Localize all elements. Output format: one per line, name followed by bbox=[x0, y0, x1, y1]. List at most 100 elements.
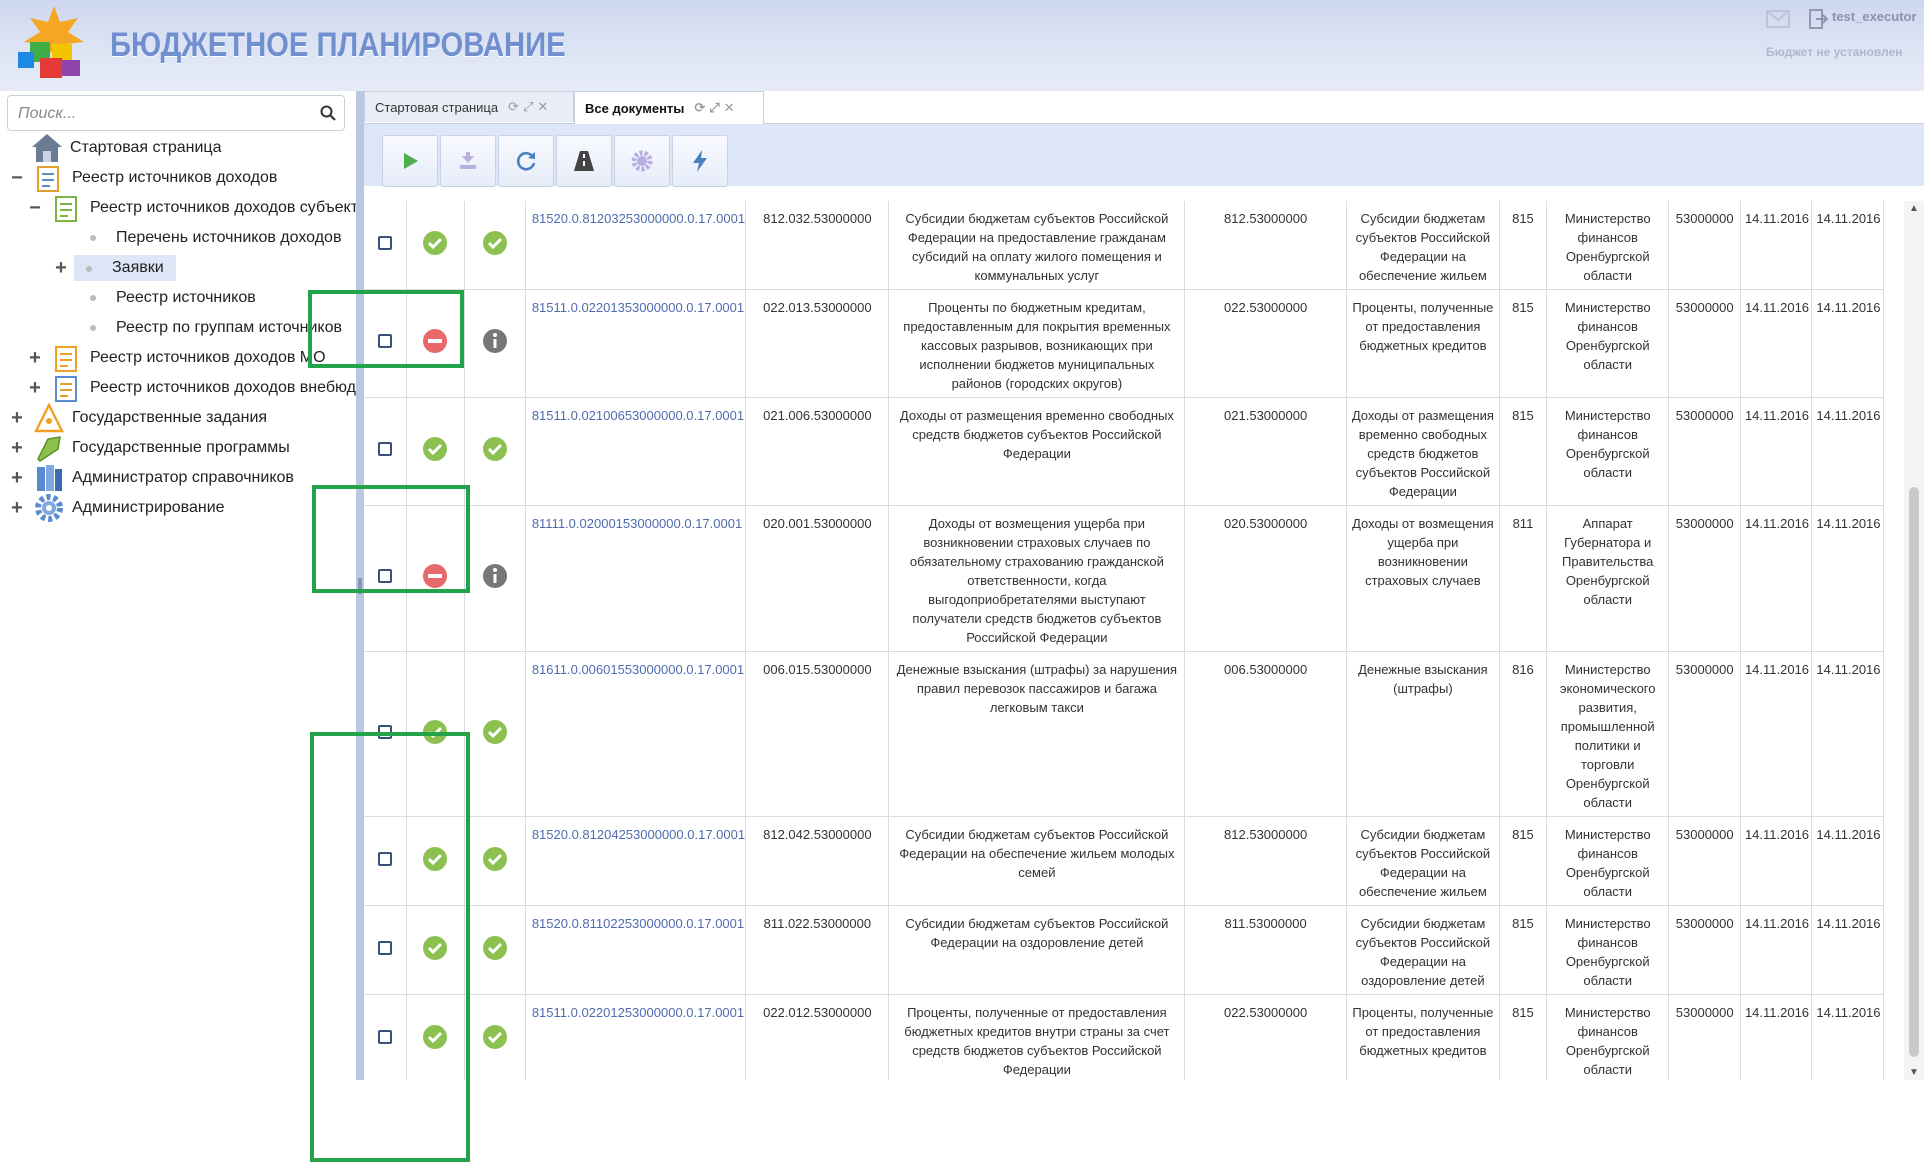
row-checkbox[interactable] bbox=[378, 442, 393, 456]
search-input[interactable] bbox=[16, 103, 310, 125]
mail-icon[interactable] bbox=[1766, 10, 1790, 28]
expand-icon[interactable]: + bbox=[10, 438, 24, 458]
tab-start-page[interactable]: Стартовая страница ⟳⤢✕ bbox=[364, 91, 574, 122]
scroll-up-icon[interactable]: ▲ bbox=[1909, 203, 1919, 214]
tree-item-state-tasks[interactable]: + Государственные задания bbox=[10, 402, 267, 433]
date-start-cell: 14.11.2016 bbox=[1740, 397, 1813, 506]
collapse-arrow-icon[interactable] bbox=[358, 578, 362, 594]
tab-all-documents[interactable]: Все документы ⟳⤢✕ bbox=[574, 91, 764, 124]
collapse-icon[interactable]: − bbox=[28, 198, 42, 218]
refresh-button[interactable] bbox=[498, 135, 554, 187]
organization-cell: Министерство финансов Оренбургской облас… bbox=[1546, 994, 1670, 1080]
tree-item-label: Заявки bbox=[112, 259, 164, 276]
action-button[interactable] bbox=[672, 135, 728, 187]
scroll-down-icon[interactable]: ▼ bbox=[1909, 1067, 1919, 1078]
bullet-icon bbox=[90, 325, 96, 331]
row-checkbox[interactable] bbox=[378, 851, 393, 866]
road-button[interactable] bbox=[556, 135, 612, 187]
expand-icon[interactable]: + bbox=[10, 468, 24, 488]
select-cell[interactable] bbox=[364, 201, 408, 290]
tab-controls-icon[interactable]: ⟳⤢✕ bbox=[508, 99, 552, 115]
tree-item-start-page[interactable]: Стартовая страница bbox=[30, 133, 221, 163]
table-row[interactable]: 81611.0.00601553000000.0.17.0001 006.015.… bbox=[364, 651, 1884, 817]
date-start-cell: 14.11.2016 bbox=[1740, 505, 1813, 652]
row-checkbox[interactable] bbox=[378, 235, 393, 250]
row-checkbox[interactable] bbox=[378, 940, 393, 955]
gear-icon bbox=[35, 494, 63, 522]
select-cell[interactable] bbox=[364, 816, 408, 906]
scroll-thumb[interactable] bbox=[1909, 487, 1919, 1057]
code-cell[interactable]: 81520.0.81102253000000.0.17.0001 bbox=[525, 905, 747, 995]
state-cell bbox=[464, 994, 526, 1080]
table-row[interactable]: 81511.0.02100653000000.0.17.0001 021.006.… bbox=[364, 397, 1884, 506]
code-cell[interactable]: 81511.0.02100653000000.0.17.0001 bbox=[525, 397, 747, 506]
code-cell[interactable]: 81111.0.02000153000000.0.17.0001 bbox=[525, 505, 747, 652]
tree-item-label: Администрирование bbox=[72, 499, 225, 516]
expand-icon[interactable]: + bbox=[28, 348, 42, 368]
tree-item-income-list[interactable]: Перечень источников доходов bbox=[86, 223, 341, 253]
table-row[interactable]: 81511.0.02201253000000.0.17.0001 022.012.… bbox=[364, 994, 1884, 1080]
okato-cell: 53000000 bbox=[1668, 994, 1741, 1080]
okato-cell: 53000000 bbox=[1668, 816, 1741, 906]
code-cell[interactable]: 81511.0.02201253000000.0.17.0001 bbox=[525, 994, 747, 1080]
table-row[interactable]: 81520.0.81102253000000.0.17.0001 811.022.… bbox=[364, 905, 1884, 995]
run-button[interactable] bbox=[382, 135, 438, 187]
organization-cell: Министерство финансов Оренбургской облас… bbox=[1546, 201, 1670, 290]
tree-item-subject-registry[interactable]: − Реестр источников доходов субъект bbox=[28, 193, 358, 223]
tree-item-administration[interactable]: + Администрирование bbox=[10, 493, 225, 523]
code-cell[interactable]: 81611.0.00601553000000.0.17.0001 bbox=[525, 651, 747, 817]
row-checkbox[interactable] bbox=[378, 724, 393, 739]
status-cell bbox=[406, 289, 465, 398]
navigation-sidebar: Стартовая страница − Реестр источников д… bbox=[0, 91, 358, 1080]
programs-icon bbox=[37, 436, 61, 462]
okato-cell: 53000000 bbox=[1668, 201, 1741, 290]
number-cell: 022.013.53000000 bbox=[745, 289, 890, 398]
tree-item-mo-registry[interactable]: + Реестр источников доходов МО bbox=[28, 343, 326, 373]
status-cell bbox=[406, 651, 465, 817]
code-cell[interactable]: 81511.0.02201353000000.0.17.0001 bbox=[525, 289, 747, 398]
collapse-icon[interactable]: − bbox=[10, 168, 24, 188]
expand-icon[interactable]: + bbox=[10, 498, 24, 518]
tree-item-requests[interactable]: + Заявки bbox=[54, 253, 176, 283]
select-cell[interactable] bbox=[364, 905, 408, 995]
expand-icon[interactable]: + bbox=[10, 408, 24, 428]
expand-icon[interactable]: + bbox=[54, 258, 68, 278]
tree-item-label: Администратор справочников bbox=[72, 469, 294, 486]
settings-button[interactable] bbox=[614, 135, 670, 187]
date-start-cell: 14.11.2016 bbox=[1740, 994, 1813, 1080]
table-row[interactable]: 81511.0.02201353000000.0.17.0001 022.013.… bbox=[364, 289, 1884, 398]
row-checkbox[interactable] bbox=[378, 1029, 393, 1044]
code-cell[interactable]: 81520.0.81204253000000.0.17.0001 bbox=[525, 816, 747, 906]
status-cell bbox=[406, 994, 465, 1080]
select-cell[interactable] bbox=[364, 994, 408, 1080]
number-cell: 021.006.53000000 bbox=[745, 397, 890, 506]
code-cell[interactable]: 81520.0.81203253000000.0.17.0001 bbox=[525, 201, 747, 290]
tree-item-income-registry[interactable]: − Реестр источников доходов bbox=[10, 163, 277, 193]
search-box bbox=[7, 95, 345, 131]
table-row[interactable]: 81111.0.02000153000000.0.17.0001 020.001.… bbox=[364, 505, 1884, 652]
tab-label: Все документы bbox=[585, 100, 685, 116]
select-cell[interactable] bbox=[364, 397, 408, 506]
tree-item-offbudget-registry[interactable]: + Реестр источников доходов внебюд bbox=[28, 373, 356, 403]
select-cell[interactable] bbox=[364, 651, 408, 817]
table-row[interactable]: 81520.0.81203253000000.0.17.0001 812.032.… bbox=[364, 201, 1884, 290]
name-cell: Проценты, полученные от предоставления б… bbox=[888, 994, 1186, 1080]
select-cell[interactable] bbox=[364, 289, 408, 398]
row-checkbox[interactable] bbox=[378, 569, 393, 583]
tab-controls-icon[interactable]: ⟳⤢✕ bbox=[694, 100, 738, 116]
bullet-icon bbox=[86, 266, 92, 272]
logout-icon[interactable] bbox=[1808, 8, 1828, 30]
table-row[interactable]: 81520.0.81204253000000.0.17.0001 812.042.… bbox=[364, 816, 1884, 906]
tree-item-sources-registry[interactable]: Реестр источников bbox=[86, 283, 256, 313]
expand-icon[interactable]: + bbox=[28, 378, 42, 398]
select-cell[interactable] bbox=[364, 505, 408, 652]
okato-cell: 53000000 bbox=[1668, 505, 1741, 652]
row-checkbox[interactable] bbox=[378, 334, 393, 348]
user-name[interactable]: test_executor bbox=[1832, 9, 1917, 24]
export-button[interactable] bbox=[440, 135, 496, 187]
search-icon[interactable] bbox=[320, 105, 336, 121]
tree-item-reference-admin[interactable]: + Администратор справочников bbox=[10, 463, 294, 493]
vertical-scrollbar[interactable]: ▲ ▼ bbox=[1904, 201, 1924, 1080]
tree-item-state-programs[interactable]: + Государственные программы bbox=[10, 433, 290, 463]
tree-item-groups-registry[interactable]: Реестр по группам источников bbox=[86, 313, 342, 343]
